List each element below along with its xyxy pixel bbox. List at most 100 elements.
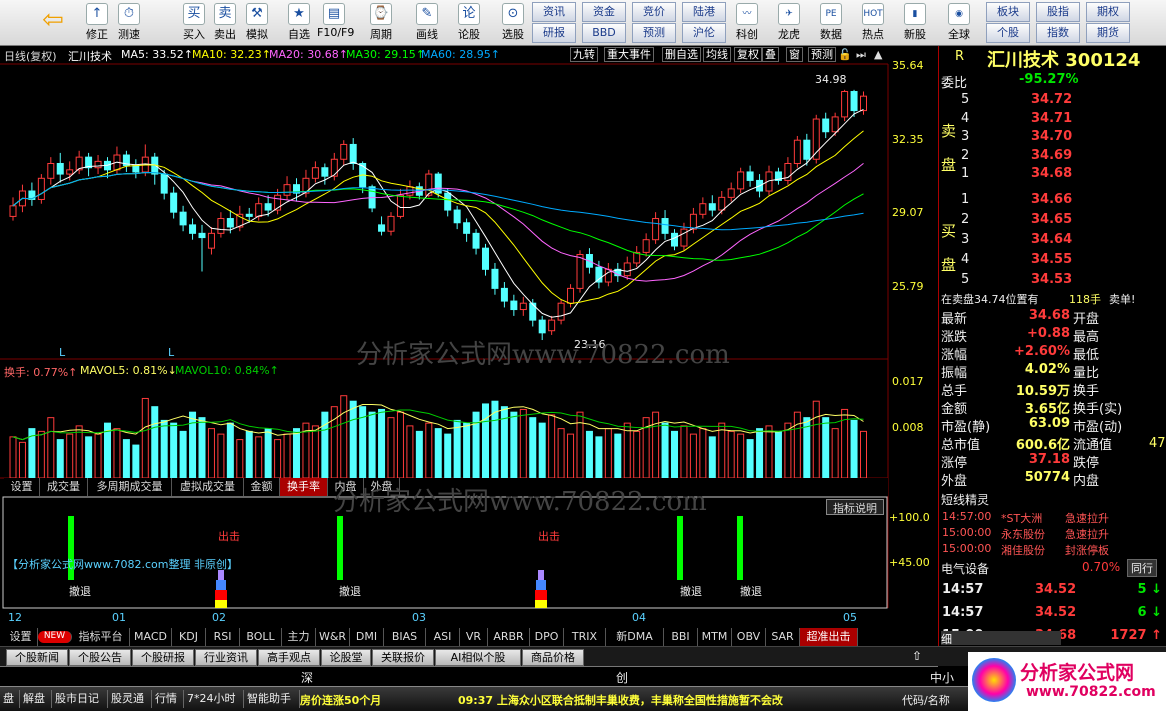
quick-button[interactable]: 资金 [582, 2, 626, 22]
sell-price[interactable]: 34.69 [1031, 148, 1072, 163]
quick-button[interactable]: 沪伦 [682, 23, 726, 43]
indicator-tab[interactable]: 设置 [4, 628, 38, 646]
status-button[interactable]: 解盘 [20, 690, 52, 708]
indicator-tab[interactable]: ARBR [488, 628, 530, 646]
buy-price[interactable]: 34.66 [1031, 192, 1072, 207]
info-tab[interactable]: 商品价格 [522, 649, 584, 666]
indicator-tab[interactable]: DPO [530, 628, 564, 646]
indicator-tab[interactable]: 主力 [282, 628, 316, 646]
volume-tab[interactable]: 金额 [244, 478, 280, 496]
toolbar-r4-button[interactable]: ▮ 新股 [898, 2, 932, 44]
indicator-tab[interactable]: VR [460, 628, 488, 646]
sell-price[interactable]: 34.71 [1031, 111, 1072, 126]
quick-button[interactable]: 资讯 [532, 2, 576, 22]
toolbar-2-button[interactable]: 买买入 [177, 2, 211, 44]
status-button[interactable]: 股灵通 [108, 690, 152, 708]
info-tab[interactable]: 个股新闻 [6, 649, 68, 666]
buy-price[interactable]: 34.55 [1031, 252, 1072, 267]
indicator-tab[interactable]: KDJ [172, 628, 206, 646]
index-zx[interactable]: 中小 [930, 669, 954, 686]
indicator-tab[interactable]: SAR [766, 628, 800, 646]
indicator-tab[interactable]: BIAS [384, 628, 426, 646]
peer-tab[interactable]: 同行 [1127, 559, 1157, 577]
buy-price[interactable]: 34.53 [1031, 272, 1072, 287]
indicator-tab[interactable]: W&R [316, 628, 350, 646]
sell-price[interactable]: 34.70 [1031, 129, 1072, 144]
info-tab[interactable]: AI相似个股 [435, 649, 521, 666]
volume-tab[interactable]: 成交量 [40, 478, 88, 496]
market-button[interactable]: 股指 [1036, 2, 1080, 22]
jingling-stock[interactable]: 湘佳股份 [1001, 542, 1045, 558]
info-tab[interactable]: 行业资讯 [195, 649, 257, 666]
news-headline-1[interactable]: 房价连涨50个月 [300, 692, 381, 708]
toolbar-6-button[interactable]: ▤ F10/F9 [317, 2, 354, 44]
toolbar-7-button[interactable]: ⌚ 周期 [364, 2, 398, 44]
quick-button[interactable]: 陆港 [682, 2, 726, 22]
volume-tab[interactable]: 虚拟成交量 [172, 478, 244, 496]
news-headline-2[interactable]: 09:37 上海众小区联合抵制丰巢收费，丰巢称全国性措施暂不会改 [458, 692, 783, 708]
toolbar-r1-button[interactable]: ✈ 龙虎 [772, 2, 806, 44]
indicator-tab[interactable]: MACD [130, 628, 172, 646]
market-button[interactable]: 期货 [1086, 23, 1130, 43]
quick-button[interactable]: 研报 [532, 23, 576, 43]
status-button[interactable]: 智能助手 [244, 690, 300, 708]
indicator-tab[interactable]: ASI [426, 628, 460, 646]
toolbar-r3-button[interactable]: HOT 热点 [856, 2, 890, 44]
collapse-icon[interactable]: ⇧ [912, 649, 922, 663]
indicator-tab[interactable]: DMI [350, 628, 384, 646]
indicator-tab[interactable]: 超准出击 [800, 628, 858, 646]
candle-body [718, 196, 726, 211]
toolbar-1-button[interactable]: ⏱ 测速 [112, 2, 146, 44]
toolbar-3-button[interactable]: 卖卖出 [208, 2, 242, 44]
market-button[interactable]: 个股 [986, 23, 1030, 43]
toolbar-8-button[interactable]: ✎ 画线 [410, 2, 444, 44]
toolbar-5-button[interactable]: ★ 自选 [282, 2, 316, 44]
info-tab[interactable]: 高手观点 [258, 649, 320, 666]
market-button[interactable]: 板块 [986, 2, 1030, 22]
sell-price[interactable]: 34.72 [1031, 92, 1072, 107]
buy-price[interactable]: 34.64 [1031, 232, 1072, 247]
volume-tab[interactable]: 设置 [4, 478, 40, 496]
indicator-tab[interactable]: OBV [732, 628, 766, 646]
market-button[interactable]: 期权 [1086, 2, 1130, 22]
indicator-tab[interactable]: BBI [664, 628, 698, 646]
quick-button[interactable]: BBD [582, 23, 626, 43]
toolbar-9-button[interactable]: 论论股 [452, 2, 486, 44]
toolbar-0-button[interactable]: ↑ 修正 [80, 2, 114, 44]
toolbar-r0-button[interactable]: 〰科创 [730, 2, 764, 44]
indicator-tab[interactable]: RSI [206, 628, 240, 646]
toolbar-10-button[interactable]: ⊙ 选股 [496, 2, 530, 44]
indicator-tab[interactable]: NEW [38, 631, 72, 643]
indicator-tab[interactable]: BOLL [240, 628, 282, 646]
jingling-stock[interactable]: 永东股份 [1001, 526, 1045, 542]
buy-price[interactable]: 34.65 [1031, 212, 1072, 227]
indicator-tab[interactable]: 新DMA [606, 628, 664, 646]
jingling-stock[interactable]: *ST大洲 [1001, 510, 1042, 526]
toolbar-r5-button[interactable]: ◉ 全球 [942, 2, 976, 44]
info-tab[interactable]: 论股堂 [321, 649, 371, 666]
toolbar-r2-button[interactable]: PE 数据 [814, 2, 848, 44]
back-button[interactable]: ⇦ [36, 4, 70, 46]
quick-button[interactable]: 预测 [632, 23, 676, 43]
status-button[interactable]: 盘 [0, 690, 20, 708]
sell-price[interactable]: 34.68 [1031, 166, 1072, 181]
toolbar-4-button[interactable]: ⚒ 模拟 [240, 2, 274, 44]
quick-button[interactable]: 竞价 [632, 2, 676, 22]
indicator-tab[interactable]: MTM [698, 628, 732, 646]
market-button[interactable]: 指数 [1036, 23, 1080, 43]
detail-tab[interactable]: 细 [941, 631, 1061, 646]
code-search-label[interactable]: 代码/名称 [902, 692, 950, 708]
index-cy[interactable]: 创 [616, 669, 628, 686]
info-tab[interactable]: 关联报价 [372, 649, 434, 666]
volume-tab[interactable]: 换手率 [280, 478, 328, 496]
volume-tab[interactable]: 多周期成交量 [88, 478, 172, 496]
status-button[interactable]: 股市日记 [52, 690, 108, 708]
indicator-help-button[interactable]: 指标说明 [826, 499, 884, 515]
indicator-tab[interactable]: 指标平台 [72, 628, 130, 646]
info-tab[interactable]: 个股公告 [69, 649, 131, 666]
info-tab[interactable]: 个股研报 [132, 649, 194, 666]
status-button[interactable]: 行情 [152, 690, 184, 708]
status-button[interactable]: 7*24小时 [184, 690, 244, 708]
indicator-tab[interactable]: TRIX [564, 628, 606, 646]
index-sz[interactable]: 深 [301, 669, 313, 686]
